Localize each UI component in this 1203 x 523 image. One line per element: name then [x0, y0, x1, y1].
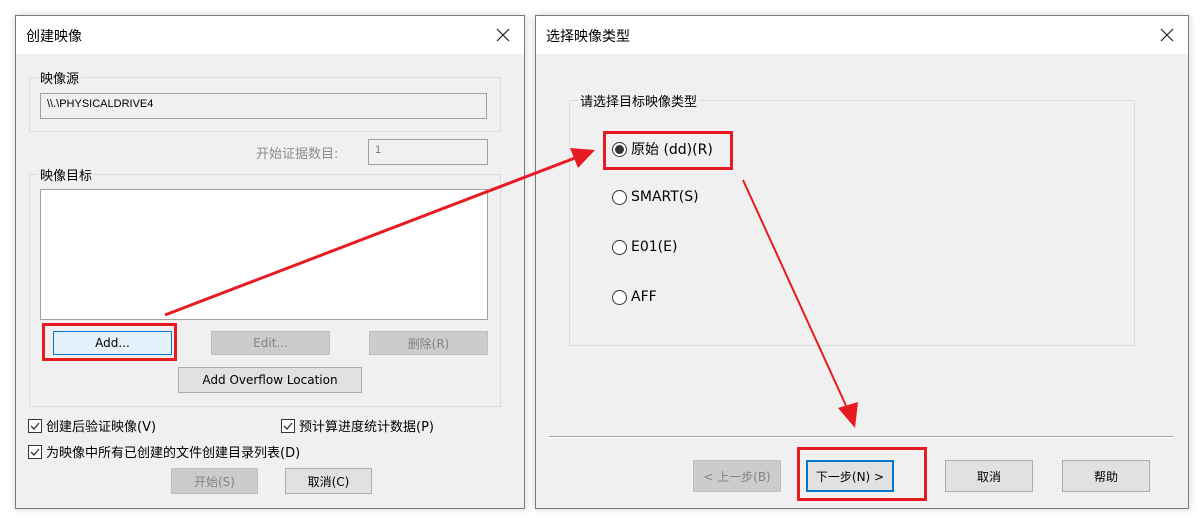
checkbox-label: 预计算进度统计数据(P): [299, 420, 434, 435]
precalculate-progress-checkbox[interactable]: 预计算进度统计数据(P): [281, 416, 434, 435]
check-icon: [283, 422, 293, 430]
title-bar: 创建映像: [16, 16, 524, 54]
edit-button[interactable]: Edit...: [211, 331, 330, 355]
checkbox-box: [28, 418, 42, 433]
next-button[interactable]: 下一步(N) >: [806, 460, 894, 492]
create-image-dialog: 创建映像 映像源 \\.\PHYSICALDRIVE4 开始证据数目: 1 映像…: [15, 15, 525, 509]
radio-e01[interactable]: E01(E): [612, 239, 677, 255]
close-icon[interactable]: [490, 22, 516, 48]
dialog-title: 选择映像类型: [546, 29, 630, 45]
checkbox-label: 创建后验证映像(V): [46, 420, 157, 435]
start-evidence-field[interactable]: 1: [368, 139, 488, 165]
radio-smart[interactable]: SMART(S): [612, 189, 699, 205]
add-overflow-location-button[interactable]: Add Overflow Location: [178, 367, 362, 393]
radio-selected-icon: [612, 141, 627, 157]
select-image-type-dialog: 选择映像类型 请选择目标映像类型 原始 (dd)(R) SMART(S) E01…: [535, 15, 1189, 509]
image-destination-list[interactable]: [40, 189, 488, 320]
image-source-label: 映像源: [38, 68, 82, 87]
checkbox-label: 为映像中所有已创建的文件创建目录列表(D): [46, 446, 301, 461]
image-type-group: 请选择目标映像类型: [569, 91, 1135, 346]
back-button[interactable]: < 上一步(B): [693, 460, 781, 492]
checkbox-box: [281, 418, 295, 433]
radio-label: SMART(S): [631, 189, 699, 205]
radio-label: E01(E): [631, 239, 678, 255]
title-bar: 选择映像类型: [536, 16, 1188, 54]
check-icon: [30, 448, 40, 456]
delete-button[interactable]: 删除(R): [369, 331, 488, 355]
radio-aff[interactable]: AFF: [612, 289, 657, 305]
dialog-title: 创建映像: [26, 29, 82, 45]
cancel-button[interactable]: 取消: [945, 460, 1033, 492]
radio-unselected-icon: [612, 239, 627, 255]
radio-label: 原始 (dd)(R): [631, 142, 713, 158]
check-icon: [30, 422, 40, 430]
image-type-group-label: 请选择目标映像类型: [578, 91, 700, 110]
image-source-field: \\.\PHYSICALDRIVE4: [40, 93, 487, 119]
close-icon[interactable]: [1154, 22, 1180, 48]
radio-unselected-icon: [612, 189, 627, 205]
add-button[interactable]: Add...: [53, 331, 172, 355]
radio-raw-dd[interactable]: 原始 (dd)(R): [612, 139, 713, 159]
checkbox-box: [28, 444, 42, 459]
create-directory-listing-checkbox[interactable]: 为映像中所有已创建的文件创建目录列表(D): [28, 442, 300, 461]
radio-unselected-icon: [612, 289, 627, 305]
help-button[interactable]: 帮助: [1062, 460, 1150, 492]
verify-after-create-checkbox[interactable]: 创建后验证映像(V): [28, 416, 156, 435]
cancel-button[interactable]: 取消(C): [285, 468, 372, 494]
start-button[interactable]: 开始(S): [171, 468, 258, 494]
start-evidence-label: 开始证据数目:: [256, 147, 339, 162]
radio-label: AFF: [631, 289, 657, 305]
image-destination-label: 映像目标: [38, 165, 95, 184]
divider: [549, 436, 1173, 438]
